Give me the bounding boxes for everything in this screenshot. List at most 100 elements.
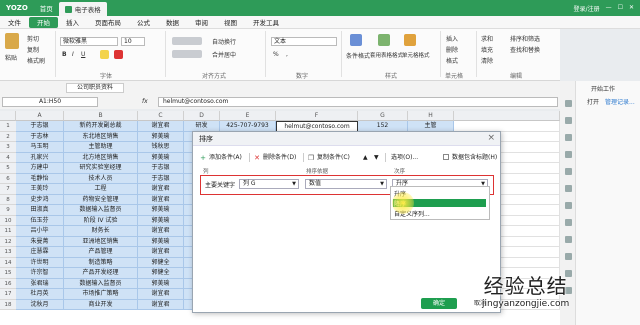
ok-button[interactable]: 确定 [421,298,457,309]
comma-button[interactable]: , [286,51,288,58]
cell-B1[interactable]: 新药开发副总裁 [64,121,138,132]
cell-B2[interactable]: 东北地区销售 [64,131,138,142]
delete-condition-button[interactable]: ✕ 删除条件(D) [253,152,296,163]
row-header[interactable]: 14 [0,257,16,268]
minimize-icon[interactable]: — [606,4,612,13]
add-condition-button[interactable]: + 添加条件(A) [199,152,242,163]
number-format-select[interactable]: 文本 [271,37,337,46]
column-header-i[interactable] [454,111,560,121]
fill-color-icon[interactable] [100,50,109,59]
column-header-c[interactable]: C [138,111,184,121]
row-header[interactable]: 8 [0,194,16,205]
has-header-checkbox[interactable] [443,154,449,160]
cell-C8[interactable]: 谢宜君 [138,194,184,205]
cell-B8[interactable]: 药物安全管理 [64,194,138,205]
side-tool-icon[interactable] [565,219,572,226]
font-name-select[interactable]: 微软雅黑 [60,37,118,46]
cell-B6[interactable]: 技术人员 [64,173,138,184]
menu-start[interactable]: 开始 [29,16,58,28]
cell-A15[interactable]: 许宗智 [16,268,64,279]
cell-B14[interactable]: 制造策略 [64,257,138,268]
align-icon[interactable] [172,37,202,45]
cell-C11[interactable]: 谢宜君 [138,226,184,237]
underline-button[interactable]: U [81,51,85,58]
side-tool-icon[interactable] [565,202,572,209]
workbook-tab[interactable]: 公司职员资料 [66,83,124,93]
cell-B15[interactable]: 产品开发经理 [64,268,138,279]
column-header-d[interactable]: D [184,111,220,121]
cell-C10[interactable]: 郭美瑜 [138,215,184,226]
row-header[interactable]: 13 [0,247,16,258]
name-box[interactable]: A1:H50 [2,97,98,107]
fx-icon[interactable]: fx [142,98,148,105]
cell-style-button[interactable]: 单元格格式 [402,51,430,59]
cell-C4[interactable]: 郭美瑜 [138,152,184,163]
options-button[interactable]: 选项(O)... [391,152,418,163]
login-link[interactable]: 登录/注册 [574,4,600,13]
row-header[interactable]: 3 [0,142,16,153]
task-pane-open[interactable]: 打开 [587,97,599,106]
home-tab[interactable]: 首页 [34,3,59,13]
document-tab[interactable]: 电子表格 [58,2,107,16]
paste-icon[interactable] [5,33,19,49]
side-tool-icon[interactable] [565,253,572,260]
cell-C6[interactable]: 于志银 [138,173,184,184]
row-header[interactable]: 2 [0,131,16,142]
cut-button[interactable]: 剪切 [27,34,39,43]
insert-cells-button[interactable]: 插入 [446,34,458,43]
paste-button[interactable]: 粘贴 [5,53,17,62]
menu-view[interactable]: 视图 [216,17,245,27]
row-header[interactable]: 16 [0,278,16,289]
column-header-e[interactable]: E [220,111,276,121]
cell-C3[interactable]: 钱秋思 [138,142,184,153]
menu-data[interactable]: 数据 [158,17,187,27]
percent-button[interactable]: % [273,51,279,58]
cell-B11[interactable]: 财务长 [64,226,138,237]
menu-review[interactable]: 审阅 [187,17,216,27]
table-style-button[interactable]: 套用表格格式 [370,51,403,59]
cell-A16[interactable]: 张君瑞 [16,278,64,289]
table-style-icon[interactable] [378,34,390,46]
cell-C18[interactable]: 谢宜君 [138,299,184,310]
cell-A14[interactable]: 许世明 [16,257,64,268]
move-down-icon[interactable]: ▼ [374,152,379,163]
side-tool-icon[interactable] [565,236,572,243]
wrap-text-button[interactable]: 自动换行 [212,37,236,46]
side-tool-icon[interactable] [565,168,572,175]
cell-B18[interactable]: 商业开发 [64,299,138,310]
row-header[interactable]: 4 [0,152,16,163]
row-header[interactable]: 12 [0,236,16,247]
side-tool-icon[interactable] [565,151,572,158]
cell-B12[interactable]: 亚洲地区销售 [64,236,138,247]
close-icon[interactable]: ✕ [629,4,634,13]
close-icon[interactable]: × [487,133,495,143]
cell-C14[interactable]: 郭健全 [138,257,184,268]
maximize-icon[interactable]: ☐ [618,4,623,13]
side-tool-icon[interactable] [565,100,572,107]
cell-I1[interactable] [454,121,560,132]
column-header-h[interactable]: H [408,111,454,121]
bold-button[interactable]: B [62,51,67,58]
copy-condition-button[interactable]: ❐ 复制条件(C) [307,152,350,163]
italic-button[interactable]: I [72,51,74,58]
cell-C7[interactable]: 谢宜君 [138,184,184,195]
cell-B5[interactable]: 研究实验室经理 [64,163,138,174]
find-replace-button[interactable]: 查找和替换 [510,45,540,54]
sort-by-select[interactable]: 数值 ▼ [305,179,387,189]
cell-C17[interactable]: 谢宜君 [138,289,184,300]
cell-B9[interactable]: 数据输入监督员 [64,205,138,216]
fill-button[interactable]: 填充 [481,45,493,54]
cell-A9[interactable]: 田淑真 [16,205,64,216]
menu-page-layout[interactable]: 页面布局 [87,17,129,27]
row-header[interactable]: 18 [0,299,16,310]
clear-button[interactable]: 清除 [481,56,493,65]
cell-A12[interactable]: 朱曼菁 [16,236,64,247]
cell-B16[interactable]: 数据输入监督员 [64,278,138,289]
menu-insert[interactable]: 插入 [58,17,87,27]
cell-A2[interactable]: 于志林 [16,131,64,142]
delete-cells-button[interactable]: 删除 [446,45,458,54]
conditional-format-button[interactable]: 条件格式 [346,51,370,60]
row-header[interactable]: 5 [0,163,16,174]
row-header[interactable]: 17 [0,289,16,300]
cell-H1[interactable]: 主管 [408,121,454,132]
